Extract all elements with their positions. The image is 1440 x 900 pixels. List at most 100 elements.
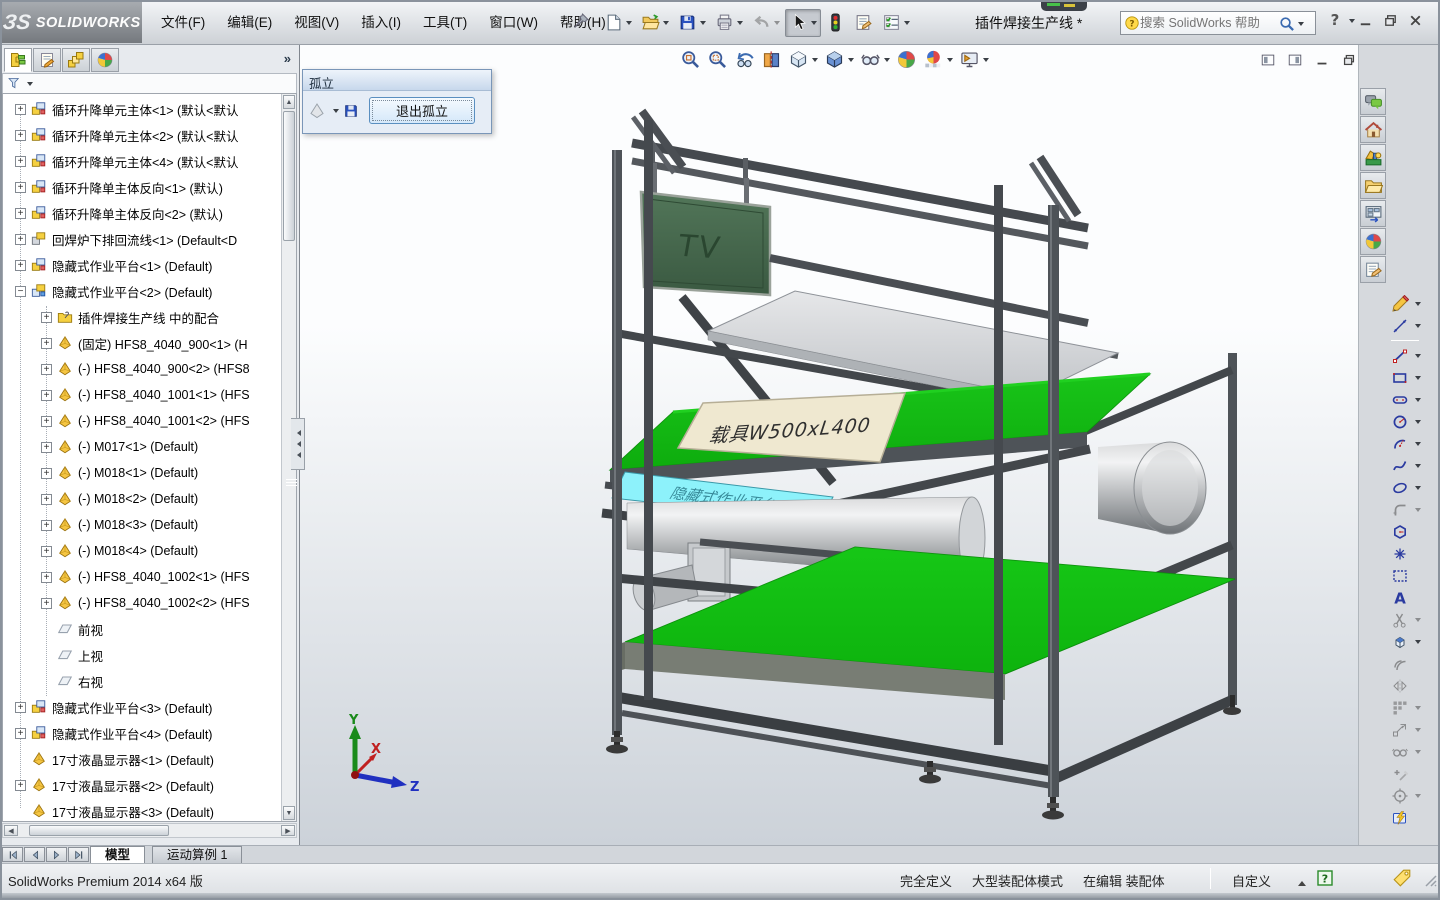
tree-row[interactable]: 17寸液晶显示器<3> (Default) <box>3 798 281 821</box>
line-button[interactable] <box>1389 345 1421 366</box>
tab-propertymanager[interactable] <box>33 48 61 72</box>
tree-row[interactable]: + (-) HFS8_4040_1001<1> (HFS <box>3 382 281 408</box>
scrollbar-thumb[interactable] <box>29 825 169 836</box>
filter-dropdown-icon[interactable] <box>27 82 33 89</box>
tree-row[interactable]: + 循环升降单主体反向<2> (默认) <box>3 200 281 226</box>
tree-expand-icon[interactable]: + <box>41 363 52 375</box>
dropdown-arrow-icon[interactable] <box>983 58 989 65</box>
print-button[interactable] <box>711 9 747 37</box>
options-button[interactable] <box>878 9 914 37</box>
dropdown-arrow-icon[interactable] <box>663 21 669 28</box>
tag-icon[interactable] <box>1392 868 1412 888</box>
trim-entities-button[interactable] <box>1389 609 1421 630</box>
menu-window[interactable]: 窗口(W) <box>478 9 549 36</box>
search-box[interactable]: ? <box>1120 11 1316 35</box>
scroll-left-arrow[interactable]: ◀ <box>4 825 18 836</box>
tree-expand-icon[interactable]: + <box>41 571 52 583</box>
search-icon[interactable] <box>1278 15 1295 32</box>
tree-row[interactable]: 17寸液晶显示器<1> (Default) <box>3 746 281 772</box>
tree-expand-icon[interactable]: + <box>15 701 26 713</box>
tree-row[interactable]: + 循环升降单主体反向<1> (默认) <box>3 174 281 200</box>
menu-file[interactable]: 文件(F) <box>150 9 216 36</box>
ellipse-button[interactable] <box>1389 477 1421 498</box>
tree-expand-icon[interactable]: + <box>15 129 26 141</box>
mirror-entities-button[interactable] <box>1389 675 1421 696</box>
corner-rectangle-button[interactable] <box>1389 367 1421 388</box>
circle-button[interactable] <box>1389 411 1421 432</box>
tree-expand-icon[interactable]: + <box>15 207 26 219</box>
save-button[interactable] <box>674 9 710 37</box>
isolated-component-icon[interactable] <box>308 102 326 120</box>
tree-expand-icon[interactable]: + <box>15 233 26 245</box>
restore-doc-button[interactable] <box>1339 51 1358 69</box>
dropdown-arrow-icon[interactable] <box>1415 794 1421 801</box>
scrollbar-thumb[interactable] <box>283 111 295 241</box>
custom-properties-button[interactable] <box>1360 256 1386 283</box>
spline-button[interactable] <box>1389 455 1421 476</box>
menu-edit[interactable]: 编辑(E) <box>216 9 283 36</box>
offset-entities-button[interactable] <box>1389 653 1421 674</box>
tree-row[interactable]: 右视 <box>3 668 281 694</box>
dropdown-arrow-icon[interactable] <box>1415 486 1421 493</box>
sketch-fillet-button[interactable] <box>1389 499 1421 520</box>
straight-slot-button[interactable] <box>1389 389 1421 410</box>
dropdown-arrow-icon[interactable] <box>737 21 743 28</box>
tree-row[interactable]: + (-) HFS8_4040_1002<1> (HFS <box>3 564 281 590</box>
status-customize[interactable]: 自定义 <box>1232 871 1271 890</box>
tree-row[interactable]: + (-) HFS8_4040_900<2> (HFS8 <box>3 356 281 382</box>
centerpoint-arc-button[interactable] <box>1389 433 1421 454</box>
dropdown-arrow-icon[interactable] <box>904 21 910 28</box>
dropdown-arrow-icon[interactable] <box>1415 728 1421 735</box>
dropdown-arrow-icon[interactable] <box>1415 618 1421 625</box>
scroll-down-arrow[interactable]: ▼ <box>283 806 295 820</box>
dropdown-arrow-icon[interactable] <box>947 58 953 65</box>
tree-expand-icon[interactable]: + <box>15 779 26 791</box>
tree-row[interactable]: 上视 <box>3 642 281 668</box>
dropdown-arrow-icon[interactable] <box>1415 324 1421 331</box>
tree-row[interactable]: + (-) M018<4> (Default) <box>3 538 281 564</box>
tree-row[interactable]: + (-) M018<3> (Default) <box>3 512 281 538</box>
dropdown-arrow-icon[interactable] <box>1415 442 1421 449</box>
dropdown-arrow-icon[interactable] <box>1415 302 1421 309</box>
move-entities-button[interactable] <box>1389 719 1421 740</box>
previous-view-button[interactable] <box>732 47 757 72</box>
tree-horizontal-scrollbar[interactable]: ◀ ▶ <box>2 823 297 838</box>
tree-row[interactable]: − 隐藏式作业平台<2> (Default) <box>3 278 281 304</box>
dropdown-arrow-icon[interactable] <box>1415 354 1421 361</box>
model-bottom-rails[interactable] <box>615 691 1053 789</box>
nav-last-button[interactable] <box>68 847 89 862</box>
tree-row[interactable]: + 隐藏式作业平台<3> (Default) <box>3 694 281 720</box>
dropdown-arrow-icon[interactable] <box>1415 398 1421 405</box>
tree-expand-icon[interactable]: + <box>41 337 52 349</box>
tree-expand-icon[interactable]: + <box>15 727 26 739</box>
help-button[interactable]: ? <box>1326 11 1355 29</box>
tree-row[interactable]: + (-) M018<2> (Default) <box>3 486 281 512</box>
zoom-fit-button[interactable] <box>678 47 703 72</box>
dropdown-arrow-icon[interactable] <box>1415 706 1421 713</box>
rebuild-button[interactable] <box>822 9 849 37</box>
pane-right-button[interactable] <box>1285 51 1305 69</box>
save-isolate-icon[interactable] <box>343 103 359 119</box>
minimize-doc-button[interactable] <box>1312 51 1332 69</box>
tree-row[interactable]: + 循环升降单元主体<4> (默认<默认 <box>3 148 281 174</box>
tree-row[interactable]: + (-) M018<1> (Default) <box>3 460 281 486</box>
sketch-picture-button[interactable] <box>1389 565 1421 586</box>
model-side-roller[interactable] <box>1098 441 1207 535</box>
tree-row[interactable]: + (-) HFS8_4040_1002<2> (HFS <box>3 590 281 616</box>
smart-dimension-button[interactable] <box>1389 315 1421 336</box>
tree-row[interactable]: + (-) HFS8_4040_1001<2> (HFS <box>3 408 281 434</box>
dropdown-arrow-icon[interactable] <box>884 58 890 65</box>
tree-row[interactable]: + 回焊炉下排回流线<1> (Default<D <box>3 226 281 252</box>
hide-show-items-button[interactable] <box>858 47 892 72</box>
quick-tips-icon[interactable]: ? <box>1316 869 1334 887</box>
commandmanager-collapsed-tab[interactable] <box>1041 0 1087 11</box>
isolate-popup[interactable]: 孤立 退出孤立 <box>302 69 492 134</box>
graphics-viewport[interactable]: TV 载具W500xL400 隐藏式作业平台 孤立 退出孤立 X Y Z <box>300 45 1358 845</box>
window-restore-button[interactable] <box>1379 10 1401 31</box>
window-close-button[interactable] <box>1404 10 1426 31</box>
tree-expand-icon[interactable]: + <box>41 519 52 531</box>
quick-snaps-button[interactable] <box>1389 785 1421 806</box>
sketch-button[interactable] <box>1389 293 1421 314</box>
scroll-up-arrow[interactable]: ▲ <box>283 95 295 109</box>
view-orientation-button[interactable] <box>786 47 820 72</box>
